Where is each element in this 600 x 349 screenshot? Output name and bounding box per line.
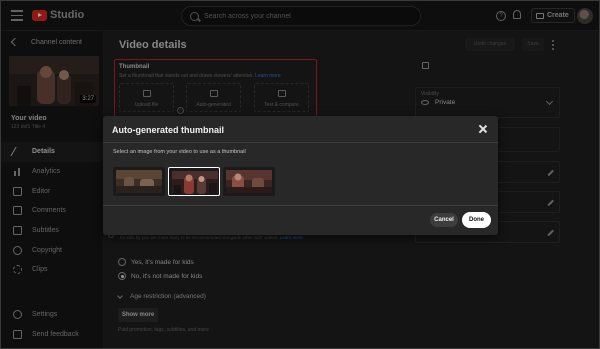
dialog-instruction: Select an image from your video to use a… [113, 149, 246, 155]
frame-image [116, 170, 162, 193]
divider [103, 142, 498, 143]
cancel-button[interactable]: Cancel [430, 213, 458, 227]
close-icon[interactable] [478, 124, 488, 134]
frame-image [226, 170, 272, 193]
thumbnail-frame-option[interactable] [113, 167, 165, 196]
auto-generated-thumbnail-dialog: Auto-generated thumbnail Select an image… [103, 116, 498, 235]
studio-window: Studio ? Create Channel content [0, 0, 600, 349]
thumbnail-frame-option-selected[interactable] [168, 167, 220, 196]
done-button[interactable]: Done [462, 212, 491, 228]
divider [103, 205, 498, 206]
thumbnail-frame-option[interactable] [223, 167, 275, 196]
frame-image [172, 171, 218, 194]
dialog-title: Auto-generated thumbnail [112, 125, 224, 135]
